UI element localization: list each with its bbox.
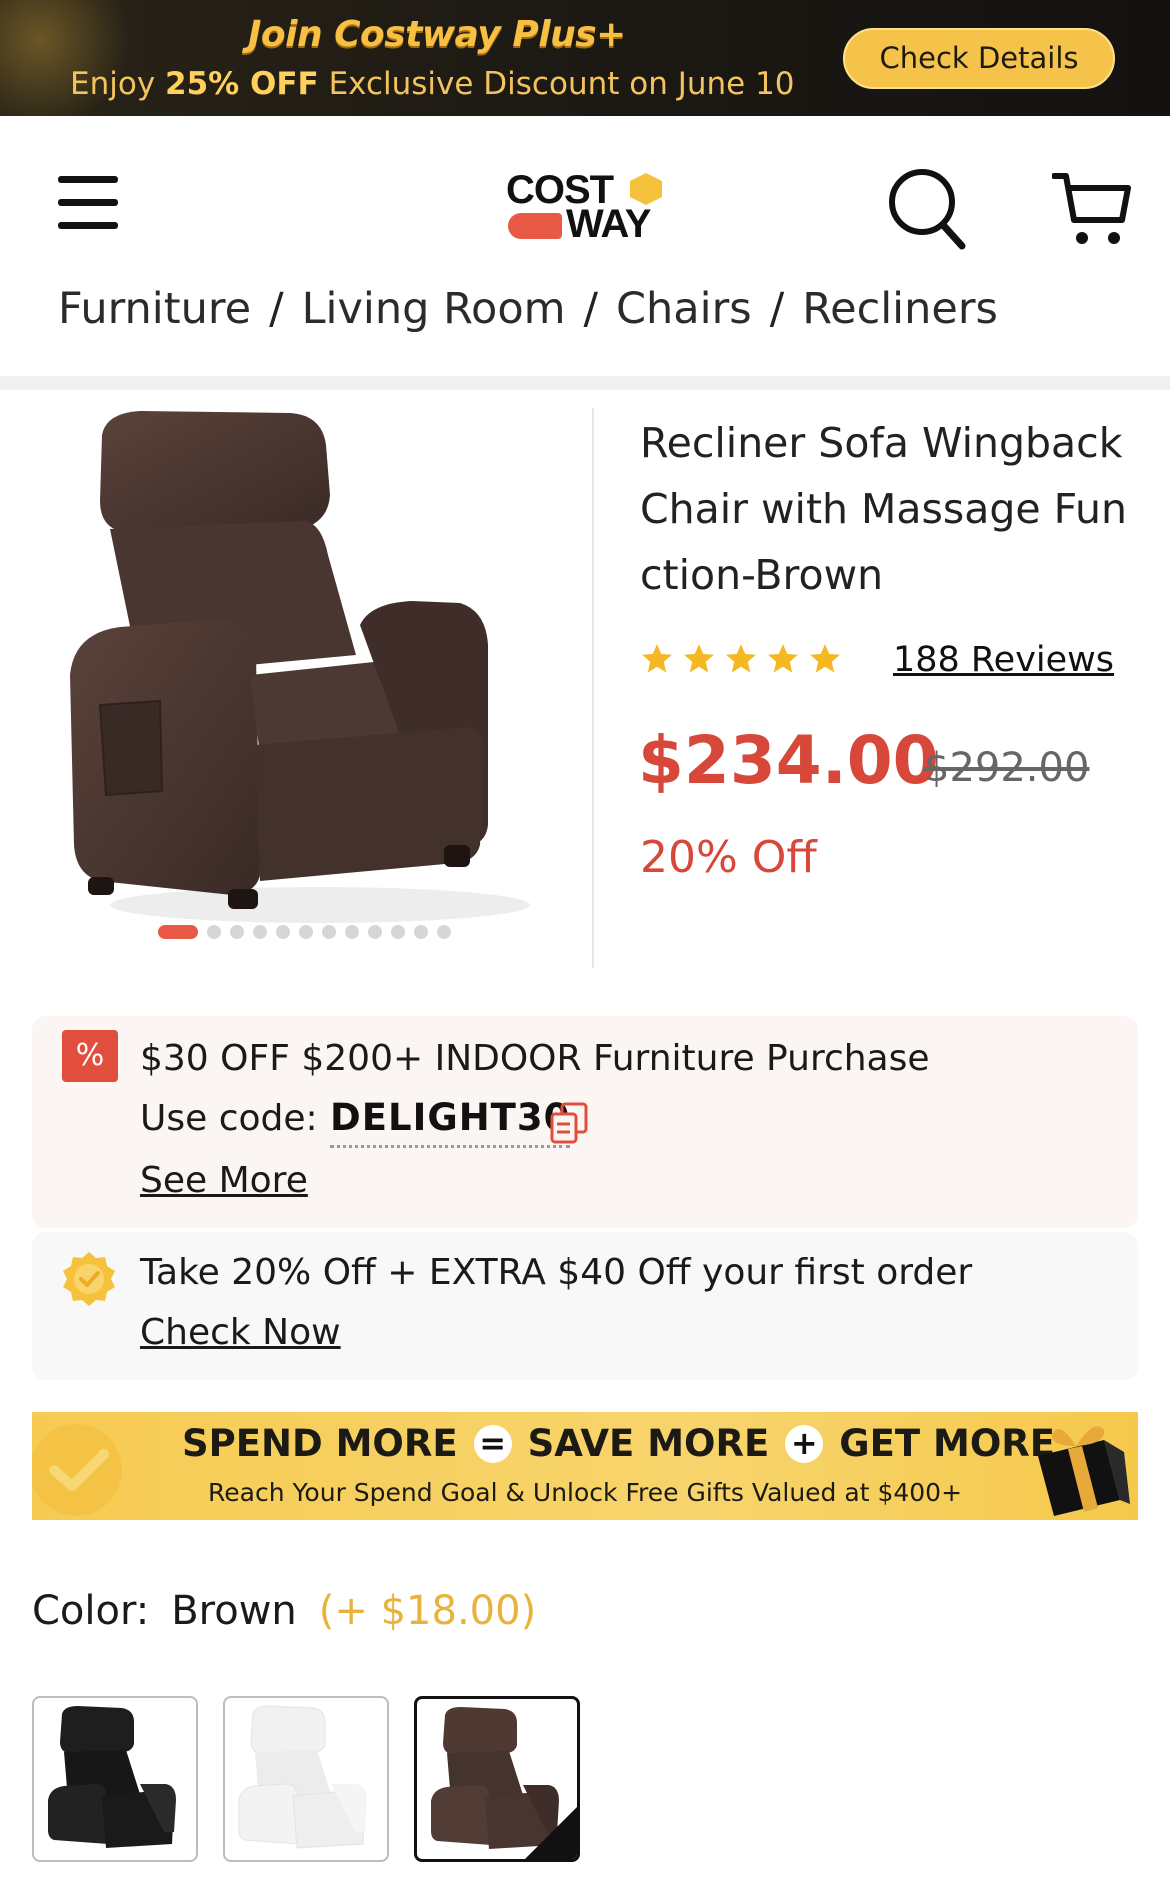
section-divider [0,376,1170,390]
star-icon [768,644,798,673]
plus-icon: + [785,1424,824,1463]
carousel-dot[interactable] [391,925,405,939]
breadcrumb: Furniture / Living Room / Chairs / Recliners [58,284,998,334]
badge-check-icon [63,1252,115,1306]
promo-subtitle-suffix: Exclusive Discount on June 10 [318,66,795,102]
carousel-dot-active[interactable] [158,925,198,939]
carousel-dot[interactable] [276,925,290,939]
breadcrumb-chairs[interactable]: Chairs [616,284,752,334]
rating-stars[interactable] [640,642,850,676]
first-order-box: Take 20% Off + EXTRA $40 Off your first … [32,1232,1138,1380]
coupon-box: % $30 OFF $200+ INDOOR Furniture Purchas… [32,1016,1138,1228]
carousel-dot[interactable] [322,925,336,939]
breadcrumb-separator: / [769,284,785,334]
promo-subtitle: Enjoy 25% OFF Exclusive Discount on June… [70,66,795,102]
carousel-dot[interactable] [437,925,451,939]
save-more-text: SAVE MORE [527,1422,770,1465]
logo-pill [508,213,562,239]
spend-more-text: SPEND MORE [182,1422,458,1465]
costway-logo[interactable]: COST WAY [506,168,666,246]
carousel-dot[interactable] [345,925,359,939]
vertical-divider [592,408,594,968]
color-price-extra: (+ $18.00) [318,1588,537,1634]
check-details-button[interactable]: Check Details [843,28,1115,89]
coupon-description: $30 OFF $200+ INDOOR Furniture Purchase [140,1038,930,1079]
logo-text-bottom: WAY [566,202,651,246]
promo-subtitle-prefix: Enjoy [70,66,166,102]
check-icon [429,1709,447,1723]
carousel-dot[interactable] [253,925,267,939]
selected-corner [525,1807,577,1859]
color-swatch-white[interactable] [223,1696,389,1862]
original-price: $292.00 [924,745,1090,791]
copy-icon[interactable] [548,1100,590,1144]
breadcrumb-separator: / [583,284,599,334]
white-recliner-thumbnail [238,1705,367,1849]
first-order-text: Take 20% Off + EXTRA $40 Off your first … [140,1252,973,1293]
cart-icon[interactable] [1052,168,1132,250]
color-selector-label: Color: Brown (+ $18.00) [32,1588,536,1634]
star-icon [810,644,840,673]
promo-banner[interactable]: Join Costway Plus+ Enjoy 25% OFF Exclusi… [0,0,1170,116]
discount-label: 20% Off [640,832,817,883]
product-title: Recliner Sofa Wingback Chair with Massag… [640,419,1127,599]
checkmark-decoration-icon [32,1424,122,1516]
color-swatch-brown[interactable] [414,1696,580,1862]
star-icon [684,644,714,673]
coupon-code[interactable]: DELIGHT30 [330,1096,571,1148]
see-more-link[interactable]: See More [140,1160,308,1201]
image-carousel-dots[interactable] [158,924,460,940]
color-label: Color: [32,1588,150,1634]
carousel-dot[interactable] [414,925,428,939]
spend-headline: SPEND MORE = SAVE MORE + GET MORE [182,1422,1055,1465]
star-icon [726,644,756,673]
breadcrumb-recliners[interactable]: Recliners [802,284,998,334]
black-recliner-thumbnail [48,1706,176,1848]
promo-subtitle-bold: 25% OFF [165,66,319,102]
site-header: COST WAY Furniture / Living Room / Chairs / Re… [0,116,1170,376]
carousel-dot[interactable] [207,925,221,939]
carousel-dot[interactable] [368,925,382,939]
breadcrumb-separator: / [269,284,284,334]
star-icon [642,644,672,673]
current-price: $234.00 [638,722,939,799]
carousel-dot[interactable] [230,925,244,939]
logo-hexagon [630,173,662,205]
get-more-text: GET MORE [839,1422,1056,1465]
breadcrumb-living-room[interactable]: Living Room [302,284,566,334]
equals-icon: = [473,1424,512,1463]
product-image[interactable] [60,405,560,965]
check-now-link[interactable]: Check Now [140,1312,341,1353]
promo-title: Join Costway Plus+ [248,14,626,55]
spend-more-banner[interactable]: SPEND MORE = SAVE MORE + GET MORE Reach … [32,1412,1138,1520]
coupon-code-label: Use code: [140,1098,318,1139]
color-value: Brown [171,1588,297,1634]
carousel-dot[interactable] [299,925,313,939]
menu-icon[interactable] [58,176,120,230]
search-icon[interactable] [886,166,968,252]
spend-subtitle: Reach Your Spend Goal & Unlock Free Gift… [208,1478,963,1507]
color-swatch-black[interactable] [32,1696,198,1862]
reviews-link[interactable]: 188 Reviews [893,640,1114,680]
breadcrumb-furniture[interactable]: Furniture [58,284,251,334]
percent-icon: % [62,1030,118,1082]
gift-box-icon [1038,1426,1130,1516]
